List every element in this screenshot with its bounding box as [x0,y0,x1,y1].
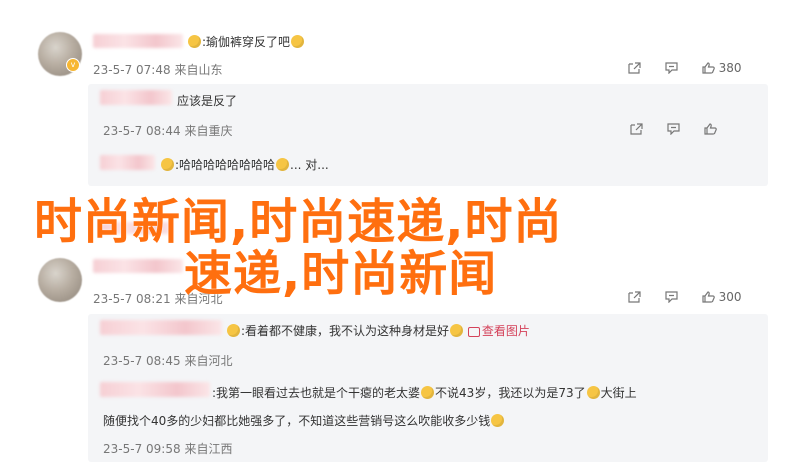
image-icon [467,327,480,337]
comment-actions: 300 [628,290,742,304]
username-blurred[interactable] [100,90,172,105]
emoji-icon [276,158,290,171]
username-blurred[interactable] [93,34,183,48]
username-blurred[interactable] [100,320,222,335]
reply-meta: 23-5-7 08:45 来自河北 [103,354,233,368]
share-icon[interactable] [628,290,641,304]
comment-icon[interactable] [665,290,678,304]
reply-text: :我第一眼看过去也就是个干瘪的老太婆 不说43岁，我还以为是73了 大街上 [212,386,637,400]
like-button[interactable]: 380 [702,61,742,75]
comment-meta: 23-5-7 07:48 来自山东 [93,63,223,77]
username-blurred[interactable] [93,259,183,273]
like-button[interactable] [704,122,717,136]
emoji-icon [161,158,174,171]
share-icon[interactable] [630,122,643,136]
reply-meta: 23-5-7 09:58 来自江西 [103,442,233,456]
reply-text: :看着都不健康，我不认为这种身材是好 查看图片 [226,322,530,339]
emoji-icon [291,35,305,48]
emoji-icon [491,414,505,427]
username-blurred[interactable] [100,155,155,170]
like-count: 300 [718,290,742,304]
reply-actions [630,122,717,136]
avatar[interactable] [38,258,82,302]
thumbs-up-icon [702,291,715,303]
reply-text: :哈哈哈哈哈哈哈哈... 对... [160,156,329,173]
reply-text: 应该是反了 [177,94,238,108]
like-button[interactable]: 300 [702,290,742,304]
thumbs-up-icon [704,123,717,135]
username-blurred[interactable] [100,382,210,397]
reply-text-line2: 随便找个40多的少妇都比她强多了，不知道这些营销号这么吹能收多少钱 [103,412,505,429]
emoji-icon [586,386,600,399]
comment-icon[interactable] [665,61,678,75]
view-image-link[interactable]: 查看图片 [467,324,530,338]
emoji-icon [421,386,435,399]
comment-text: :瑜伽裤穿反了吧 [187,33,305,50]
reply-meta: 23-5-7 08:44 来自重庆 [103,124,233,138]
thumbs-up-icon [702,62,715,74]
like-count: 380 [718,61,742,75]
emoji-icon [450,324,464,337]
comment-actions: 380 [628,61,742,75]
verified-badge-icon: v [66,58,80,72]
share-icon[interactable] [628,61,641,75]
overlay-title-line2: 速递,时尚新闻 [184,246,498,302]
comment-icon[interactable] [667,122,680,136]
emoji-icon [188,35,201,48]
emoji-icon [227,324,240,337]
